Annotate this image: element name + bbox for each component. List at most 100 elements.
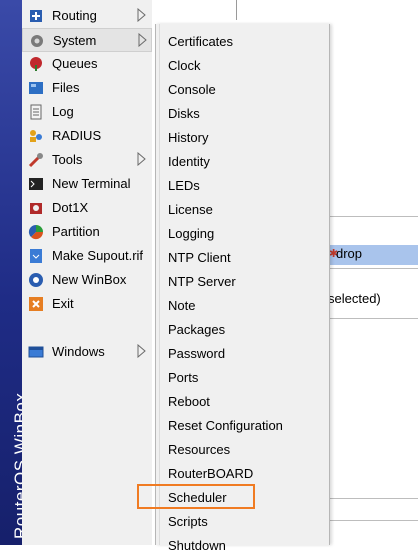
system-gear-icon <box>29 33 45 49</box>
submenu-item-reboot[interactable]: Reboot <box>156 389 329 413</box>
submenu-item-certificates[interactable]: Certificates <box>156 29 329 53</box>
submenu-arrow-icon <box>137 32 147 48</box>
submenu-arrow-icon <box>136 151 146 167</box>
menu-item-new-terminal[interactable]: New Terminal <box>22 172 152 196</box>
menu-item-label: Log <box>52 104 74 119</box>
submenu-item-label: Scripts <box>168 514 208 529</box>
background-divider <box>328 216 418 217</box>
dot1x-icon <box>28 200 44 216</box>
submenu-item-license[interactable]: License <box>156 197 329 221</box>
menu-item-label: Windows <box>52 344 105 359</box>
windows-icon <box>28 344 44 360</box>
menu-item-radius[interactable]: RADIUS <box>22 124 152 148</box>
background-window-border <box>236 0 237 20</box>
radius-users-icon <box>28 128 44 144</box>
submenu-item-history[interactable]: History <box>156 125 329 149</box>
menu-item-label: Make Supout.rif <box>52 248 144 263</box>
submenu-item-console[interactable]: Console <box>156 77 329 101</box>
menu-item-label: Tools <box>52 152 83 167</box>
menu-item-new-winbox[interactable]: New WinBox <box>22 268 152 292</box>
menu-item-routing[interactable]: Routing <box>22 4 152 28</box>
menu-item-dot1x[interactable]: Dot1X <box>22 196 152 220</box>
submenu-item-label: NTP Client <box>168 250 231 265</box>
menu-item-label: System <box>53 33 97 48</box>
background-divider <box>328 498 418 499</box>
menu-item-partition[interactable]: Partition <box>22 220 152 244</box>
menu-item-windows[interactable]: Windows <box>22 340 152 364</box>
exit-icon <box>28 296 44 312</box>
queues-icon <box>28 56 44 72</box>
submenu-arrow-icon <box>136 7 146 23</box>
main-menu: Routing System Queues Files Log RADIUS Tools Ne… <box>22 0 152 545</box>
submenu-item-shutdown[interactable]: Shutdown <box>156 533 329 557</box>
menu-item-label: Partition <box>52 224 100 239</box>
winbox-icon <box>28 272 44 288</box>
background-divider <box>328 318 418 319</box>
menu-item-exit[interactable]: Exit <box>22 292 152 316</box>
submenu-item-label: Console <box>168 82 216 97</box>
menu-item-system[interactable]: System <box>22 28 152 52</box>
terminal-icon <box>28 176 44 192</box>
submenu-item-identity[interactable]: Identity <box>156 149 329 173</box>
submenu-item-label: Note <box>168 298 196 313</box>
submenu-item-label: Certificates <box>168 34 234 49</box>
menu-item-log[interactable]: Log <box>22 100 152 124</box>
submenu-item-label: History <box>168 130 209 145</box>
submenu-item-resources[interactable]: Resources <box>156 437 329 461</box>
submenu-item-label: Shutdown <box>168 538 226 553</box>
submenu-item-note[interactable]: Note <box>156 293 329 317</box>
submenu-item-packages[interactable]: Packages <box>156 317 329 341</box>
submenu-item-label: LEDs <box>168 178 200 193</box>
system-submenu: Certificates Clock Console Disks History Iden… <box>155 24 330 553</box>
menu-item-tools[interactable]: Tools <box>22 148 152 172</box>
submenu-item-label: Reboot <box>168 394 210 409</box>
submenu-item-label: Disks <box>168 106 200 121</box>
scheduler-highlight-box <box>137 484 255 509</box>
winbox-brand-strip: RouterOS WinBox <box>0 0 30 545</box>
submenu-item-reset-configuration[interactable]: Reset Configuration <box>156 413 329 437</box>
submenu-item-label: Identity <box>168 154 210 169</box>
submenu-item-label: Password <box>168 346 226 361</box>
submenu-item-label: License <box>168 202 213 217</box>
menu-item-queues[interactable]: Queues <box>22 52 152 76</box>
tools-icon <box>28 152 44 168</box>
submenu-item-label: Resources <box>168 442 231 457</box>
menu-item-make-supout-rif[interactable]: Make Supout.rif <box>22 244 152 268</box>
submenu-item-ntp-client[interactable]: NTP Client <box>156 245 329 269</box>
menu-item-label: Dot1X <box>52 200 89 215</box>
menu-item-label: Routing <box>52 8 97 23</box>
submenu-arrow-icon <box>136 343 146 359</box>
submenu-item-ntp-server[interactable]: NTP Server <box>156 269 329 293</box>
status-bar-text: selected) <box>328 291 381 306</box>
partition-pie-icon <box>28 224 44 240</box>
routing-icon <box>28 8 44 24</box>
background-window <box>328 0 418 545</box>
submenu-item-label: Clock <box>168 58 201 73</box>
rule-action-cell: drop <box>336 246 363 261</box>
submenu-item-leds[interactable]: LEDs <box>156 173 329 197</box>
log-icon <box>28 104 44 120</box>
submenu-item-label: RouterBOARD <box>168 466 254 481</box>
submenu-item-logging[interactable]: Logging <box>156 221 329 245</box>
submenu-item-routerboard[interactable]: RouterBOARD <box>156 461 329 485</box>
submenu-item-ports[interactable]: Ports <box>156 365 329 389</box>
files-folder-icon <box>28 80 44 96</box>
submenu-item-label: Ports <box>168 370 199 385</box>
submenu-item-label: Packages <box>168 322 226 337</box>
menu-item-files[interactable]: Files <box>22 76 152 100</box>
submenu-item-label: NTP Server <box>168 274 236 289</box>
menu-item-label: Queues <box>52 56 98 71</box>
menu-item-label: New Terminal <box>52 176 131 191</box>
menu-item-label: Files <box>52 80 80 95</box>
submenu-item-label: Reset Configuration <box>168 418 283 433</box>
submenu-item-scripts[interactable]: Scripts <box>156 509 329 533</box>
menu-item-label: Exit <box>52 296 74 311</box>
supout-file-icon <box>28 248 44 264</box>
submenu-item-label: Logging <box>168 226 215 241</box>
menu-item-label: RADIUS <box>52 128 102 143</box>
submenu-item-clock[interactable]: Clock <box>156 53 329 77</box>
background-divider <box>328 520 418 521</box>
background-divider <box>328 268 418 269</box>
submenu-item-password[interactable]: Password <box>156 341 329 365</box>
submenu-item-disks[interactable]: Disks <box>156 101 329 125</box>
